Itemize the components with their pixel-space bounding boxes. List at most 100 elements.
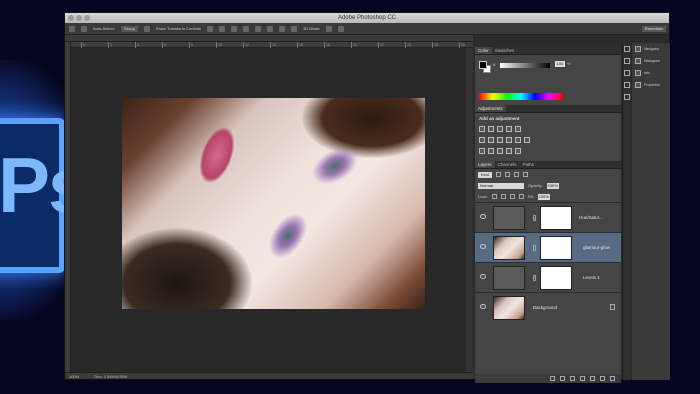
new-layer-icon[interactable] [600,376,605,381]
mini-panel-navigator[interactable]: Navigator [632,43,670,55]
k-slider[interactable] [500,63,550,68]
tab-adjustments[interactable]: Adjustments [475,105,506,112]
eye-icon[interactable] [480,244,486,249]
pan-3d-icon[interactable] [338,25,345,32]
image-hair [122,228,252,309]
color-balance-icon[interactable] [488,137,494,143]
kind-filter-dropdown[interactable]: Kind [478,171,493,178]
color-lookup-icon[interactable] [524,137,530,143]
tab-layers[interactable]: Layers [475,161,495,168]
lock-transparency-icon[interactable] [491,194,497,199]
filter-pixel-icon[interactable] [496,172,502,177]
curves-icon[interactable] [497,126,503,132]
color-spectrum[interactable] [479,93,563,100]
layer-mask-thumbnail[interactable] [540,206,572,230]
mini-panel-histogram[interactable]: Histogram [632,55,670,67]
fill-field[interactable]: 100% [537,193,550,200]
lock-all-icon[interactable] [518,194,524,199]
eye-icon[interactable] [480,274,486,279]
rotate-3d-icon[interactable] [326,25,333,32]
auto-select-dropdown[interactable]: Group [120,25,138,32]
lock-position-icon[interactable] [509,194,515,199]
opacity-field[interactable]: 100% [546,182,559,189]
threshold-icon[interactable] [497,148,503,154]
layer-style-icon[interactable] [560,376,565,381]
black-white-icon[interactable] [497,137,503,143]
eye-icon[interactable] [480,214,486,219]
chain-link-icon[interactable] [533,215,536,221]
filter-shape-icon[interactable] [523,172,529,177]
foreground-color-swatch[interactable] [479,61,487,69]
gradient-map-icon[interactable] [506,148,512,154]
vertical-scrollbar[interactable] [466,48,473,374]
align-right-icon[interactable] [267,25,274,32]
layer-row[interactable]: Levels 1 [475,262,621,292]
exposure-icon[interactable] [506,126,512,132]
layer-name[interactable]: Hue/Satur... [579,215,603,220]
hue-saturation-icon[interactable] [479,137,485,143]
character-icon[interactable] [624,70,630,76]
move-tool-icon[interactable] [69,25,75,32]
layer-row[interactable]: Background [475,292,621,322]
zoom-level[interactable]: 100% [69,374,79,379]
doc-info[interactable]: Doc: 1.54M/4.95M [94,374,127,379]
mini-panel-label: Histogram [644,59,660,63]
filter-type-icon[interactable] [514,172,520,177]
history-icon[interactable] [624,46,630,52]
layer-thumbnail[interactable] [493,296,525,320]
align-middle-icon[interactable] [219,25,226,32]
trash-icon[interactable] [610,376,615,381]
selective-color-icon[interactable] [515,148,521,154]
levels-icon[interactable] [488,126,494,132]
channel-mixer-icon[interactable] [515,137,521,143]
levels-layer-icon [493,266,525,290]
layer-mask-thumbnail[interactable] [540,266,572,290]
brush-icon[interactable] [624,58,630,64]
lock-pixels-icon[interactable] [500,194,506,199]
layer-thumbnail[interactable] [493,236,525,260]
image-lips [192,122,242,188]
add-mask-icon[interactable] [570,376,575,381]
chain-link-icon[interactable] [533,275,536,281]
align-left-icon[interactable] [243,25,250,32]
new-group-icon[interactable] [590,376,595,381]
tab-channels[interactable]: Channels [495,161,520,168]
workspace-dropdown[interactable]: Essentials [641,26,666,32]
tab-swatches[interactable]: Swatches [492,47,518,54]
k-value-field[interactable]: 100 [555,61,565,67]
invert-icon[interactable] [479,148,485,154]
posterize-icon[interactable] [488,148,494,154]
align-bottom-icon[interactable] [231,25,238,32]
document-image[interactable] [122,98,425,309]
layer-name[interactable]: Levels 1 [583,275,600,280]
filter-adjustment-icon[interactable] [505,172,511,177]
tab-paths[interactable]: Paths [520,161,538,168]
distribute-icon[interactable] [279,25,286,32]
window-title: Adobe Photoshop CC [337,15,397,21]
chain-link-icon[interactable] [533,245,536,251]
image-eye [261,206,315,266]
brightness-icon[interactable] [479,126,485,132]
link-layers-icon[interactable] [550,376,555,381]
mini-panel-info[interactable]: Info [632,67,670,79]
checkbox-icon[interactable] [143,25,150,32]
layer-row[interactable]: Hue/Satur... [475,202,621,232]
tab-color[interactable]: Color [475,47,492,54]
layer-name[interactable]: Background [533,305,557,310]
layer-name[interactable]: glamour-glow [583,245,610,250]
align-center-icon[interactable] [255,25,262,32]
canvas-area[interactable] [71,48,473,374]
distribute-icon[interactable] [291,25,298,32]
photo-filter-icon[interactable] [506,137,512,143]
mini-panel-properties[interactable]: Properties [632,79,670,91]
layer-mask-thumbnail[interactable] [540,236,572,260]
vibrance-icon[interactable] [515,126,521,132]
new-adjustment-icon[interactable] [580,376,585,381]
paragraph-icon[interactable] [624,82,630,88]
eye-icon[interactable] [480,304,486,309]
layer-row-selected[interactable]: glamour-glow [475,232,621,262]
align-top-icon[interactable] [207,25,214,32]
info-icon[interactable] [624,94,630,100]
blend-mode-dropdown[interactable]: Normal [478,182,524,189]
checkbox-icon[interactable] [81,25,87,32]
